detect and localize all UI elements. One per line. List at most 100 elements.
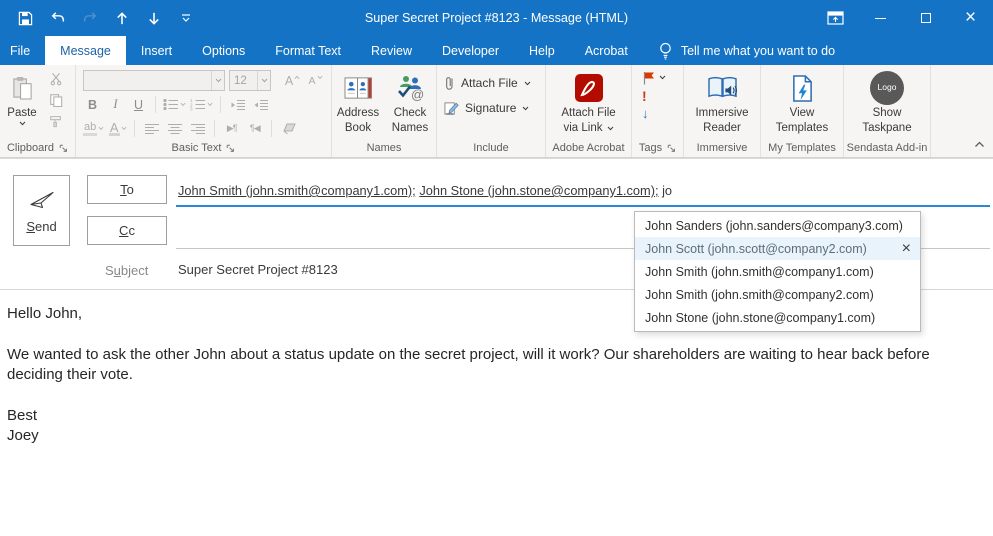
send-button[interactable]: Send [13, 175, 70, 246]
shrink-font-icon[interactable]: A [306, 71, 325, 91]
align-left-icon[interactable] [142, 119, 161, 139]
suggestion-item-selected[interactable]: John Scott (john.scott@company2.com) × [635, 237, 920, 260]
divider [214, 120, 215, 137]
undo-icon[interactable] [49, 10, 66, 27]
minimize-icon[interactable] [858, 0, 903, 36]
window-controls: × [813, 0, 993, 36]
grow-font-icon[interactable]: A [283, 71, 302, 91]
signature-button[interactable]: Signature [438, 97, 531, 119]
numbered-list-icon[interactable]: 123 [190, 95, 213, 115]
sendasta-addin-group: Logo Show Taskpane Sendasta Add-in [844, 65, 931, 157]
move-down-icon[interactable] [145, 10, 162, 27]
tab-format-text[interactable]: Format Text [260, 36, 356, 65]
decrease-indent-icon[interactable] [228, 95, 247, 115]
bullet-list-icon[interactable] [163, 95, 186, 115]
tab-developer[interactable]: Developer [427, 36, 514, 65]
check-names-button[interactable]: @ Check Names [385, 68, 435, 141]
to-button[interactable]: To [87, 175, 167, 204]
flag-dropdown-icon [659, 75, 666, 80]
clipboard-group-label: Clipboard [7, 142, 54, 154]
lightbulb-icon [659, 42, 672, 60]
redo-icon[interactable] [81, 10, 98, 27]
tab-options[interactable]: Options [187, 36, 260, 65]
adobe-pdf-icon [574, 70, 604, 106]
attach-file-via-link-button[interactable]: Attach File via Link [551, 68, 627, 141]
suggestion-item[interactable]: John Smith (john.smith@company1.com) [635, 260, 920, 283]
show-taskpane-button[interactable]: Logo Show Taskpane [849, 68, 925, 141]
suggestion-item[interactable]: John Sanders (john.sanders@company3.com) [635, 214, 920, 237]
font-color-icon[interactable]: A [108, 119, 127, 139]
cc-label: Cc [119, 223, 135, 238]
cut-icon[interactable] [47, 70, 65, 87]
remove-suggestion-icon[interactable]: × [902, 241, 911, 257]
names-group-label: Names [367, 142, 402, 154]
italic-icon[interactable]: I [106, 95, 125, 115]
ribbon-display-options-icon[interactable] [813, 0, 858, 36]
customize-qat-icon[interactable] [177, 10, 194, 27]
cc-button[interactable]: Cc [87, 216, 167, 245]
immersive-group-label: Immersive [697, 142, 748, 154]
right-to-left-icon[interactable]: ¶◀ [245, 119, 264, 139]
tab-review[interactable]: Review [356, 36, 427, 65]
to-label: To [120, 182, 134, 197]
clear-formatting-icon[interactable] [279, 119, 298, 139]
maximize-icon[interactable] [903, 0, 948, 36]
tags-group-label: Tags [639, 142, 662, 154]
tab-insert[interactable]: Insert [126, 36, 187, 65]
recipient-chip[interactable]: John Stone (john.stone@company1.com); [419, 183, 658, 198]
outlook-message-window: Super Secret Project #8123 - Message (HT… [0, 0, 993, 536]
attach-link-label-line1: Attach File [561, 106, 615, 121]
to-typed-text: jo [662, 183, 672, 198]
font-name-dropdown-icon[interactable] [211, 71, 224, 90]
immersive-reader-button[interactable]: Immersive Reader [687, 68, 757, 141]
font-size-combo[interactable]: 12 [229, 70, 271, 91]
left-to-right-icon[interactable]: ▶¶ [222, 119, 241, 139]
tab-file[interactable]: File [0, 36, 45, 65]
adobe-acrobat-group-label: Adobe Acrobat [552, 142, 624, 154]
attach-file-button[interactable]: Attach File [438, 72, 531, 94]
my-templates-group: View Templates My Templates [761, 65, 844, 157]
immersive-reader-label: Immersive Reader [687, 106, 757, 136]
view-templates-button[interactable]: View Templates [767, 68, 837, 141]
signature-pen-icon [444, 101, 459, 116]
align-center-icon[interactable] [165, 119, 184, 139]
clipboard-dialog-launcher-icon[interactable] [59, 144, 68, 153]
tab-acrobat[interactable]: Acrobat [570, 36, 643, 65]
suggestion-item[interactable]: John Stone (john.stone@company1.com) [635, 306, 920, 329]
font-name-combo[interactable] [83, 70, 225, 91]
font-size-dropdown-icon[interactable] [257, 71, 270, 90]
ribbon-tab-row: File Message Insert Options Format Text … [0, 36, 993, 65]
tags-dialog-launcher-icon[interactable] [667, 144, 676, 153]
basic-text-dialog-launcher-icon[interactable] [226, 144, 235, 153]
include-group: Attach File Signature Include [437, 65, 546, 157]
addin-logo-icon: Logo [870, 71, 904, 105]
underline-icon[interactable]: U [129, 95, 148, 115]
increase-indent-icon[interactable] [251, 95, 270, 115]
quick-access-toolbar [17, 10, 194, 27]
format-painter-icon[interactable] [47, 112, 65, 129]
address-book-button[interactable]: Address Book [333, 68, 383, 141]
suggestion-item[interactable]: John Smith (john.smith@company2.com) [635, 283, 920, 306]
tell-me-box[interactable]: Tell me what you want to do [659, 36, 835, 65]
close-icon[interactable]: × [948, 0, 993, 36]
collapse-ribbon-icon[interactable] [974, 135, 985, 153]
recipient-chip[interactable]: John Smith (john.smith@company1.com); [178, 183, 416, 198]
tags-group: ! ↓ Tags [632, 65, 684, 157]
view-templates-label: View Templates [767, 106, 837, 136]
to-field[interactable]: John Smith (john.smith@company1.com); Jo… [178, 183, 672, 198]
to-field-focus-underline [176, 205, 990, 207]
paste-button[interactable]: Paste [1, 68, 43, 141]
low-importance-icon[interactable]: ↓ [642, 106, 649, 121]
high-importance-icon[interactable]: ! [642, 88, 647, 103]
move-up-icon[interactable] [113, 10, 130, 27]
subject-field[interactable]: Super Secret Project #8123 [178, 262, 338, 277]
bold-icon[interactable]: B [83, 95, 102, 115]
text-highlight-icon[interactable]: ab [83, 119, 104, 139]
tab-message[interactable]: Message [45, 36, 126, 65]
tab-help[interactable]: Help [514, 36, 570, 65]
flag-icon [642, 71, 655, 85]
copy-icon[interactable] [47, 91, 65, 108]
align-right-icon[interactable] [188, 119, 207, 139]
save-icon[interactable] [17, 10, 34, 27]
follow-up-flag-button[interactable] [642, 70, 666, 85]
